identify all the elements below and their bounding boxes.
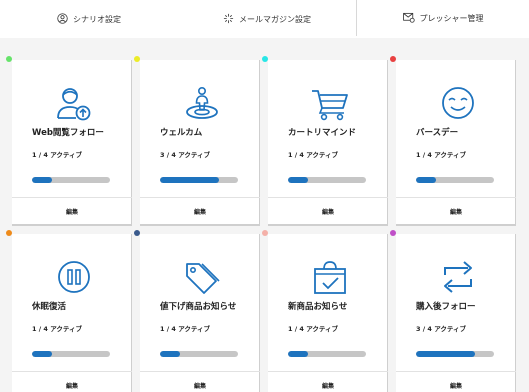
sparkle-icon [223,13,234,26]
activity-progress-bar [160,351,238,357]
repeat-arrows-icon [438,260,478,296]
status-dot [262,230,268,236]
activity-progress-bar [416,351,494,357]
edit-button[interactable]: 編集 [12,197,132,224]
nav-scenario-label: シナリオ設定 [73,14,121,24]
edit-button[interactable]: 編集 [140,197,260,224]
card-status: 1 / 4 アクティブ [32,151,82,159]
status-dot [134,230,140,236]
nav-mail-magazine-label: メールマガジン設定 [239,14,311,24]
card-bottom-border [12,224,132,226]
nav-pressure-label: プレッシャー管理 [419,13,484,23]
status-dot [390,230,396,236]
status-dot [134,56,140,62]
progress-fill [416,351,475,357]
edit-button[interactable]: 編集 [396,197,516,224]
status-dot [6,56,12,62]
progress-fill [160,177,219,183]
progress-fill [288,177,308,183]
progress-fill [32,177,52,183]
card-bottom-border [268,224,388,226]
card-title: 値下げ商品お知らせ [160,302,237,312]
edit-button[interactable]: 編集 [12,371,132,392]
scenario-card-cart-remind[interactable]: カートリマインド 1 / 4 アクティブ 編集 [262,56,388,226]
progress-fill [160,351,180,357]
status-dot [390,56,396,62]
edit-button[interactable]: 編集 [268,371,388,392]
card-title: カートリマインド [288,128,357,138]
card-status: 3 / 4 アクティブ [416,325,466,333]
progress-fill [288,351,308,357]
card-title: 購入後フォロー [416,302,476,312]
card-bottom-border [396,224,516,226]
location-person-icon [182,86,222,122]
card-status: 1 / 4 アクティブ [160,325,210,333]
smile-face-icon [438,86,478,122]
status-dot [262,56,268,62]
scenario-card-birthday[interactable]: バースデー 1 / 4 アクティブ 編集 [390,56,516,226]
scenario-card-web-follow[interactable]: Web閲覧フォロー 1 / 4 アクティブ 編集 [6,56,132,226]
card-title: 休眠復活 [32,302,67,312]
nav-mail-magazine-settings[interactable]: メールマガジン設定 [178,0,356,38]
shopping-bag-check-icon [310,260,350,296]
card-status: 1 / 4 アクティブ [32,325,82,333]
card-status: 3 / 4 アクティブ [160,151,210,159]
card-status: 1 / 4 アクティブ [288,151,338,159]
scenario-card-price-drop[interactable]: 値下げ商品お知らせ 1 / 4 アクティブ 編集 [134,230,260,392]
activity-progress-bar [32,177,110,183]
activity-progress-bar [416,177,494,183]
card-status: 1 / 4 アクティブ [416,151,466,159]
top-navigation: シナリオ設定 メールマガジン設定 プレッシャー管理 [0,0,529,38]
card-title: バースデー [416,128,459,138]
card-title: ウェルカム [160,128,203,138]
activity-progress-bar [288,177,366,183]
activity-progress-bar [160,177,238,183]
scenario-card-welcome[interactable]: ウェルカム 3 / 4 アクティブ 編集 [134,56,260,226]
card-title: 新商品お知らせ [288,302,348,312]
progress-fill [416,177,436,183]
user-upload-icon [54,86,94,122]
user-circle-icon [57,12,68,26]
card-title: Web閲覧フォロー [32,128,104,138]
nav-pressure-management[interactable]: プレッシャー管理 [356,0,529,36]
shopping-cart-icon [310,86,350,122]
mail-gear-icon [402,12,415,25]
edit-button[interactable]: 編集 [396,371,516,392]
card-status: 1 / 4 アクティブ [288,325,338,333]
activity-progress-bar [288,351,366,357]
activity-progress-bar [32,351,110,357]
card-bottom-border [140,224,260,226]
edit-button[interactable]: 編集 [140,371,260,392]
progress-fill [32,351,52,357]
scenario-card-new-product[interactable]: 新商品お知らせ 1 / 4 アクティブ 編集 [262,230,388,392]
scenario-card-post-purchase[interactable]: 購入後フォロー 3 / 4 アクティブ 編集 [390,230,516,392]
edit-button[interactable]: 編集 [268,197,388,224]
scenario-card-dormant-revival[interactable]: 休眠復活 1 / 4 アクティブ 編集 [6,230,132,392]
pause-circle-icon [54,260,94,296]
price-tag-icon [182,260,222,296]
status-dot [6,230,12,236]
nav-scenario-settings[interactable]: シナリオ設定 [0,0,178,38]
